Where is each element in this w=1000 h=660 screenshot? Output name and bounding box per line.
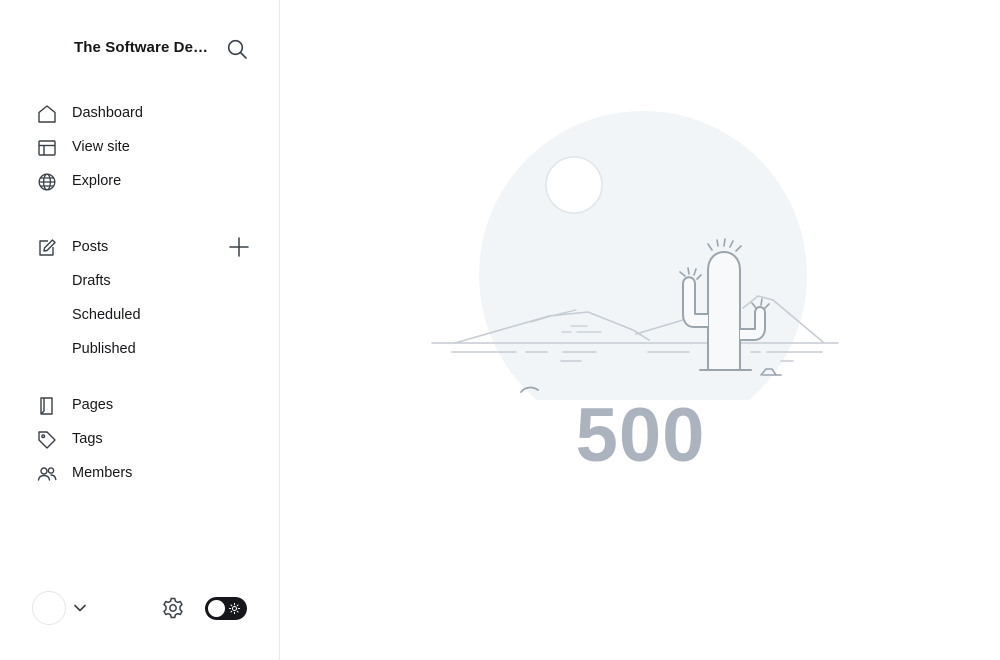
user-menu-chevron[interactable] (72, 600, 88, 616)
nav-tags[interactable]: Tags (36, 427, 256, 453)
settings-button[interactable] (161, 596, 185, 620)
nav-view-site[interactable]: View site (36, 135, 256, 161)
new-post-button[interactable] (228, 236, 250, 258)
nav-pages[interactable]: Pages (36, 393, 256, 419)
sun-icon (229, 603, 240, 614)
home-icon (38, 105, 56, 123)
theme-toggle[interactable] (205, 597, 247, 620)
layout-icon (38, 140, 56, 156)
nav-view-site-label: View site (72, 139, 130, 155)
nav-published[interactable]: Published (72, 341, 136, 365)
desert-cactus-illustration (431, 111, 839, 400)
error-code: 500 (575, 393, 706, 478)
tag-icon (38, 431, 56, 449)
user-avatar[interactable] (32, 591, 66, 625)
globe-icon (38, 173, 56, 191)
plus-icon (229, 237, 249, 257)
nav-pages-label: Pages (72, 397, 114, 413)
search-icon (227, 39, 247, 59)
theme-toggle-knob (208, 600, 225, 617)
chevron-down-icon (74, 604, 86, 612)
sidebar: The Software Developer's Guide Dashboard… (0, 0, 280, 660)
nav-dashboard[interactable]: Dashboard (36, 101, 256, 127)
nav-explore-label: Explore (72, 173, 122, 189)
site-title[interactable]: The Software Developer's Guide (74, 39, 212, 56)
search-button[interactable] (226, 38, 248, 60)
members-icon (37, 467, 57, 481)
gear-icon (163, 597, 183, 619)
nav-posts-label: Posts (72, 239, 109, 255)
nav-members[interactable]: Members (36, 461, 256, 487)
nav-drafts[interactable]: Drafts (72, 273, 111, 297)
nav-posts[interactable]: Posts (36, 235, 216, 261)
site-header: The Software Developer's Guide (74, 38, 254, 60)
nav-dashboard-label: Dashboard (72, 105, 143, 121)
main-content: 500 (281, 0, 1000, 660)
nav-scheduled[interactable]: Scheduled (72, 307, 141, 331)
edit-icon (39, 239, 56, 256)
nav-members-label: Members (72, 465, 133, 481)
page-icon (40, 397, 53, 415)
nav-tags-label: Tags (72, 431, 103, 447)
nav-explore[interactable]: Explore (36, 169, 256, 195)
